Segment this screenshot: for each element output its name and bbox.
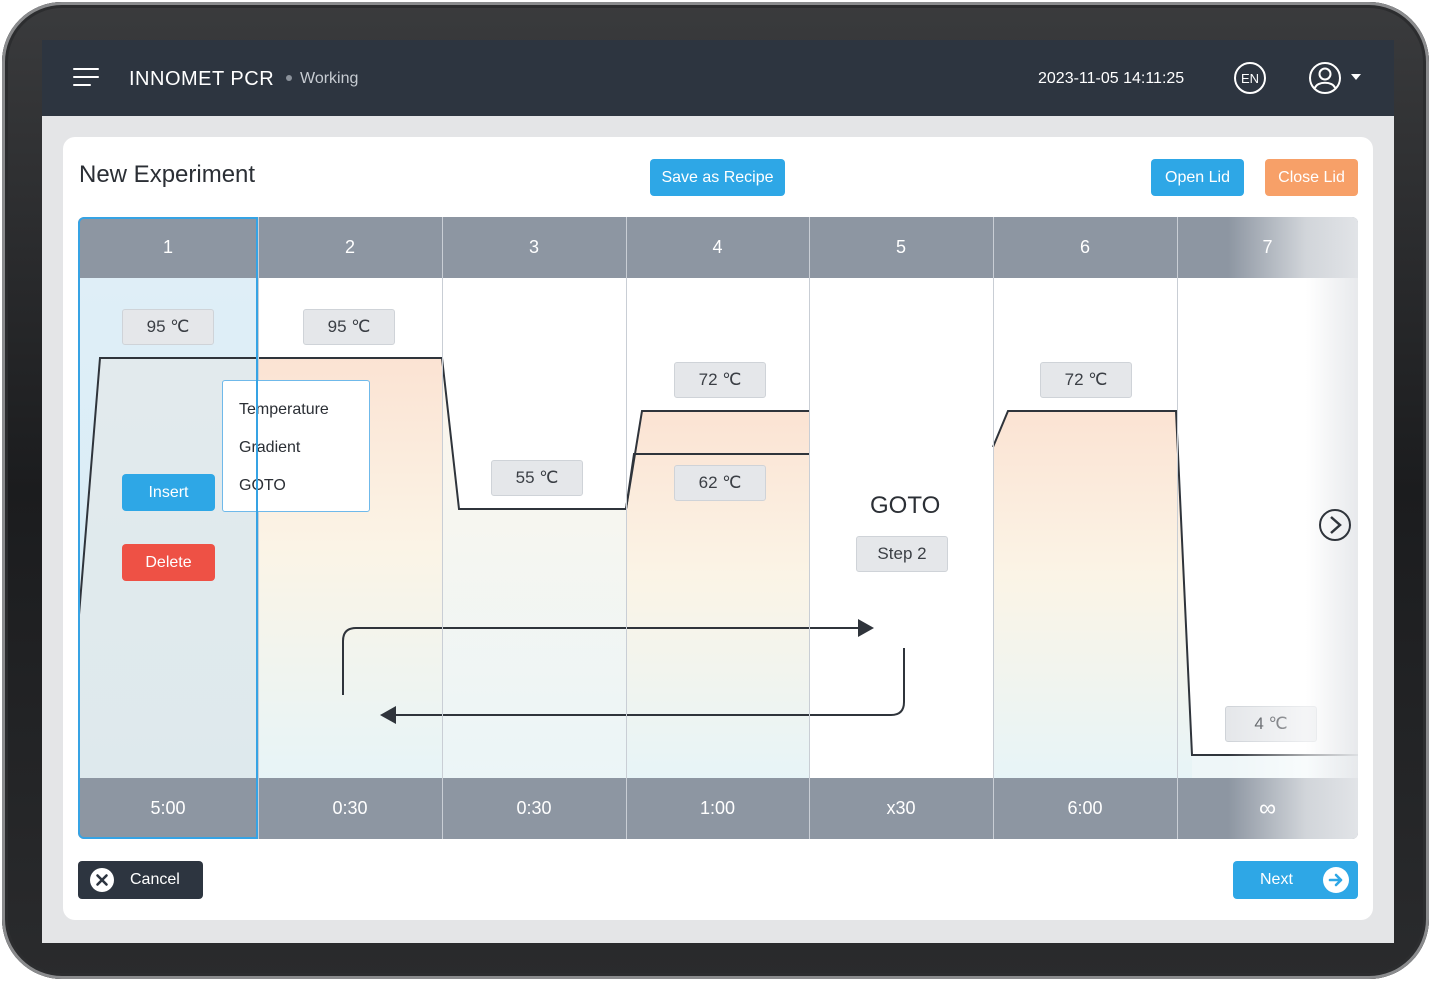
next-label: Next	[1260, 871, 1293, 888]
status-dot-icon	[286, 75, 292, 81]
column-divider	[809, 217, 810, 839]
insert-context-menu: Temperature Gradient GOTO	[222, 380, 370, 512]
chevron-right-circle-icon[interactable]	[1318, 508, 1352, 542]
language-button[interactable]: EN	[1234, 62, 1266, 94]
datetime: 2023-11-05 14:11:25	[1038, 70, 1185, 87]
close-circle-icon	[90, 868, 114, 892]
menu-item-gradient[interactable]: Gradient	[239, 439, 300, 457]
cancel-label: Cancel	[130, 871, 180, 888]
save-as-recipe-button[interactable]: Save as Recipe	[650, 159, 785, 196]
step-time-6[interactable]: 6:00	[993, 778, 1177, 839]
temp-box-step-1[interactable]: 95 ℃	[122, 309, 214, 345]
column-divider	[626, 217, 627, 839]
goto-target-step[interactable]: Step 2	[856, 536, 948, 572]
step-time-2[interactable]: 0:30	[258, 778, 442, 839]
screen: INNOMET PCR Working 2023-11-05 14:11:25 …	[42, 40, 1394, 943]
column-divider	[993, 217, 994, 839]
temp-box-step-4-low[interactable]: 62 ℃	[674, 465, 766, 501]
step-header-2[interactable]: 2	[258, 217, 442, 278]
insert-step-button[interactable]: Insert	[122, 474, 215, 511]
step-time-7[interactable]: ∞	[1177, 778, 1358, 839]
next-button[interactable]: Next	[1233, 861, 1358, 899]
column-divider	[1177, 217, 1178, 839]
column-divider	[442, 217, 443, 839]
hamburger-menu-icon[interactable]	[73, 68, 99, 88]
close-lid-button[interactable]: Close Lid	[1265, 159, 1358, 196]
temp-box-step-2[interactable]: 95 ℃	[303, 309, 395, 345]
temp-box-step-3[interactable]: 55 ℃	[491, 460, 583, 496]
temp-box-step-6[interactable]: 72 ℃	[1040, 362, 1132, 398]
tablet-frame: INNOMET PCR Working 2023-11-05 14:11:25 …	[2, 2, 1429, 979]
arrow-right-circle-icon	[1323, 867, 1349, 893]
open-lid-button[interactable]: Open Lid	[1151, 159, 1244, 196]
chevron-down-icon[interactable]	[1350, 73, 1362, 81]
top-bar: INNOMET PCR Working 2023-11-05 14:11:25 …	[42, 40, 1394, 116]
pcr-program-grid: 1 2 3 4 5 6 7 5:00 0:30 0:30 1:00 x30 6:…	[78, 217, 1358, 839]
menu-item-temperature[interactable]: Temperature	[239, 401, 329, 419]
step-header-1[interactable]: 1	[78, 217, 258, 278]
step-header-4[interactable]: 4	[626, 217, 809, 278]
cancel-button[interactable]: Cancel	[78, 861, 203, 899]
temp-box-step-4-high[interactable]: 72 ℃	[674, 362, 766, 398]
menu-item-goto[interactable]: GOTO	[239, 477, 286, 495]
step-header-3[interactable]: 3	[442, 217, 626, 278]
status-text: Working	[300, 70, 359, 87]
step-time-1[interactable]: 5:00	[78, 778, 258, 839]
step-time-3[interactable]: 0:30	[442, 778, 626, 839]
temp-box-step-7[interactable]: 4 ℃	[1225, 706, 1317, 742]
step-header-7[interactable]: 7	[1177, 217, 1358, 278]
step-header-6[interactable]: 6	[993, 217, 1177, 278]
delete-step-button[interactable]: Delete	[122, 544, 215, 581]
experiment-card: New Experiment Save as Recipe Open Lid C…	[63, 137, 1373, 920]
step-cycles-5[interactable]: x30	[809, 778, 993, 839]
column-divider	[258, 217, 259, 839]
step-time-4[interactable]: 1:00	[626, 778, 809, 839]
page-title: New Experiment	[79, 161, 256, 188]
app-title: INNOMET PCR	[129, 68, 275, 90]
temperature-profile	[78, 278, 1358, 778]
goto-title: GOTO	[870, 492, 941, 519]
step-header-5[interactable]: 5	[809, 217, 993, 278]
user-avatar-icon[interactable]	[1308, 61, 1342, 95]
